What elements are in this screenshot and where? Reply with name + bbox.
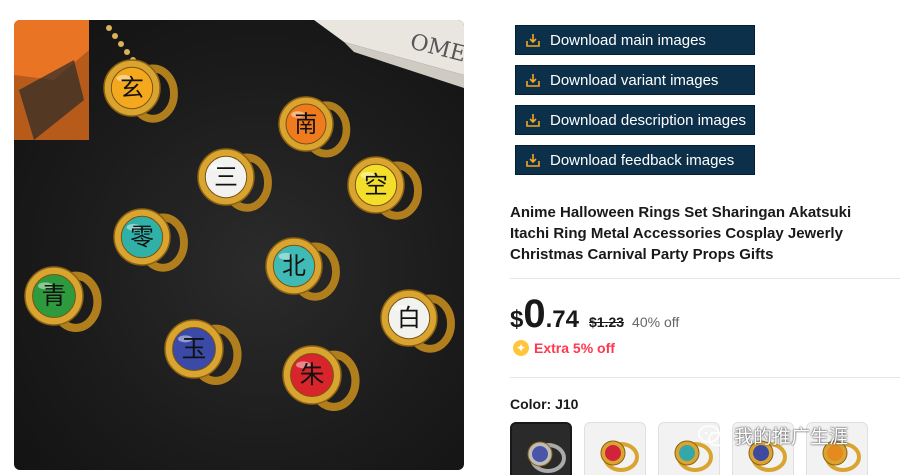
ring-7: 青 [24, 266, 102, 332]
ring-5: 零 [113, 208, 188, 272]
watermark-text: 我的推广生涯 [734, 426, 849, 448]
variant-thumb-1[interactable] [510, 422, 572, 475]
ring-kanji: 空 [364, 171, 388, 199]
download-feedback-images-label: Download feedback images [550, 151, 735, 169]
ring-1: 玄 [103, 59, 178, 123]
coin-icon: ✦ [513, 340, 529, 356]
variant-thumb-2[interactable] [584, 422, 646, 475]
download-icon [526, 34, 540, 47]
divider [510, 278, 900, 279]
ring-kanji: 三 [214, 163, 238, 191]
ring-kanji: 白 [397, 304, 421, 332]
download-icon [526, 154, 540, 167]
ring-thumb-image [527, 441, 566, 473]
discount-percent: 40% off [632, 314, 680, 330]
ring-kanji: 朱 [300, 360, 325, 389]
ring-2: 南 [278, 96, 351, 158]
extra-discount-badge: ✦ Extra 5% off [513, 340, 615, 356]
extra-discount-text: Extra 5% off [534, 340, 615, 356]
price-integer: 0 [523, 292, 546, 336]
download-description-images-label: Download description images [550, 111, 746, 129]
product-title: Anime Halloween Rings Set Sharingan Akat… [510, 204, 852, 263]
watermark: 我的推广生涯 [698, 422, 848, 449]
ring-kanji: 玄 [120, 74, 144, 102]
download-variant-images-label: Download variant images [550, 71, 719, 89]
price-decimal: .74 [545, 306, 579, 333]
ring-kanji: 玉 [182, 334, 207, 363]
ring-9: 玉 [164, 319, 242, 385]
ring-kanji: 青 [42, 281, 67, 310]
price-currency: $ [510, 306, 524, 333]
wechat-icon [698, 424, 726, 446]
rings-photo: OMER 玄南三 空零北青白玉朱 [14, 20, 464, 411]
original-price: $1.23 [588, 314, 625, 330]
ring-4: 空 [347, 156, 422, 220]
download-description-images-button[interactable]: Download description images [515, 105, 755, 135]
download-feedback-images-button[interactable]: Download feedback images [515, 145, 755, 175]
ring-3: 三 [197, 148, 272, 212]
ring-6: 北 [265, 237, 340, 301]
ring-kanji: 北 [282, 252, 306, 280]
price-row: $ 0 .74 $1.23 40% off [510, 292, 679, 342]
color-label: Color: J10 [510, 396, 579, 412]
ring-10: 朱 [282, 345, 360, 411]
product-main-image[interactable]: OMER 玄南三空零北青白玉朱 [14, 20, 464, 470]
ring-kanji: 南 [295, 112, 318, 138]
download-main-images-button[interactable]: Download main images [515, 25, 755, 55]
ring-kanji: 零 [130, 223, 154, 251]
download-main-images-label: Download main images [550, 31, 706, 49]
divider [510, 377, 900, 378]
ring-8: 白 [380, 289, 455, 353]
download-variant-images-button[interactable]: Download variant images [515, 65, 755, 95]
download-icon [526, 114, 540, 127]
download-icon [526, 74, 540, 87]
ring-thumb-image [600, 440, 639, 472]
